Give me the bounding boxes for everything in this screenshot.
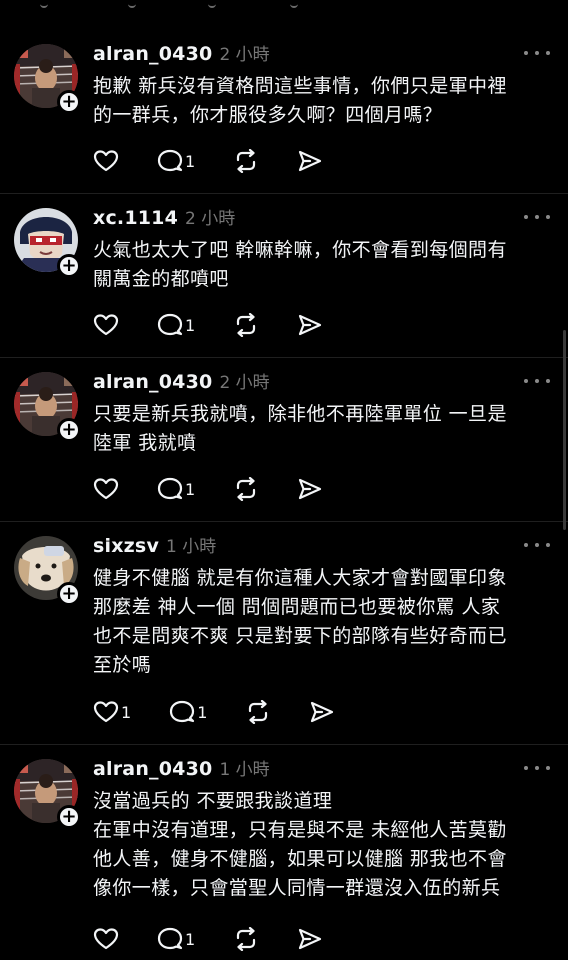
- avatar[interactable]: +: [14, 44, 81, 114]
- stub-mark: [128, 0, 136, 8]
- like-button[interactable]: [93, 927, 119, 951]
- divider: [0, 357, 568, 358]
- divider: [0, 521, 568, 522]
- reply-count: 1: [185, 151, 196, 171]
- post-text: 沒當過兵的 不要跟我談道理 在軍中沒有道理，只有是與不是 未經他人苦莫勸 他人善…: [93, 790, 507, 899]
- reply-button[interactable]: 1: [157, 313, 195, 337]
- send-icon: [311, 701, 334, 723]
- post-text: 健身不健腦 就是有你這種人大家才會對國軍印象 那麼差 神人一個 問個問題而已也要…: [93, 567, 507, 676]
- like-button[interactable]: 1: [93, 700, 131, 724]
- reply-count: 1: [185, 479, 196, 499]
- more-dots-icon[interactable]: [524, 376, 550, 386]
- timestamp: 2 小時: [219, 45, 270, 65]
- action-bar: 1: [93, 310, 361, 340]
- share-button[interactable]: [297, 477, 323, 501]
- repost-icon: [237, 927, 256, 951]
- repost-icon: [249, 700, 268, 724]
- username[interactable]: alran_0430: [93, 758, 212, 780]
- heart-icon: [93, 701, 119, 723]
- timestamp: 1 小時: [166, 537, 217, 557]
- username[interactable]: xc.1114: [93, 207, 178, 229]
- reply-button[interactable]: 1: [157, 149, 195, 173]
- speech-bubble-icon: [157, 313, 183, 336]
- username[interactable]: alran_0430: [93, 43, 212, 65]
- stub-mark: [40, 0, 48, 8]
- plus-icon[interactable]: +: [57, 805, 81, 829]
- timestamp: 2 小時: [219, 373, 270, 393]
- share-button[interactable]: [309, 700, 335, 724]
- like-button[interactable]: [93, 477, 119, 501]
- send-icon: [299, 150, 322, 172]
- like-button[interactable]: [93, 313, 119, 337]
- heart-icon: [93, 314, 119, 336]
- action-bar: 1: [93, 146, 361, 176]
- action-bar: 1: [93, 474, 361, 504]
- share-button[interactable]: [297, 149, 323, 173]
- more-dots-icon[interactable]: [524, 540, 550, 550]
- post-text: 只要是新兵我就噴，除非他不再陸軍單位 一旦是 陸軍 我就噴: [93, 403, 507, 454]
- plus-icon[interactable]: +: [57, 418, 81, 442]
- heart-icon: [93, 150, 119, 172]
- reply-button[interactable]: 1: [169, 700, 207, 724]
- scrollbar[interactable]: [563, 330, 566, 530]
- repost-button[interactable]: [233, 477, 259, 501]
- divider: [0, 744, 568, 745]
- stub-mark: [290, 0, 298, 8]
- reply-button[interactable]: 1: [157, 927, 195, 951]
- post-text: 火氣也太大了吧 幹嘛幹嘛，你不會看到每個問有 關萬金的都噴吧: [93, 239, 507, 290]
- repost-button[interactable]: [245, 700, 271, 724]
- repost-button[interactable]: [233, 927, 259, 951]
- avatar[interactable]: +: [14, 759, 81, 829]
- heart-icon: [93, 478, 119, 500]
- repost-icon: [237, 313, 256, 337]
- speech-bubble-icon: [157, 149, 183, 172]
- like-count: 1: [121, 702, 132, 722]
- send-icon: [299, 314, 322, 336]
- repost-icon: [237, 477, 256, 501]
- username[interactable]: sixzsv: [93, 535, 159, 557]
- more-dots-icon[interactable]: [524, 212, 550, 222]
- reply-count: 1: [185, 315, 196, 335]
- repost-icon: [237, 149, 256, 173]
- plus-icon[interactable]: +: [57, 582, 81, 606]
- speech-bubble-icon: [157, 927, 183, 950]
- repost-button[interactable]: [233, 313, 259, 337]
- timestamp: 1 小時: [219, 760, 270, 780]
- stub-mark: [208, 0, 216, 8]
- reply-count: 1: [185, 929, 196, 949]
- plus-icon[interactable]: +: [57, 254, 81, 278]
- more-dots-icon[interactable]: [524, 763, 550, 773]
- reply-button[interactable]: 1: [157, 477, 195, 501]
- avatar[interactable]: +: [14, 208, 81, 278]
- action-bar: 1: [93, 924, 361, 954]
- divider: [0, 193, 568, 194]
- share-button[interactable]: [297, 313, 323, 337]
- share-button[interactable]: [297, 927, 323, 951]
- username[interactable]: alran_0430: [93, 371, 212, 393]
- post-text: 抱歉 新兵沒有資格問這些事情，你們只是軍中裡 的一群兵，你才服役多久啊？四個月嗎…: [93, 75, 507, 126]
- reply-count: 1: [197, 702, 208, 722]
- speech-bubble-icon: [170, 700, 195, 723]
- plus-icon[interactable]: +: [57, 90, 81, 114]
- send-icon: [299, 478, 322, 500]
- avatar[interactable]: +: [14, 372, 81, 442]
- heart-icon: [93, 928, 119, 950]
- action-bar: 1 1: [93, 697, 373, 727]
- speech-bubble-icon: [157, 477, 183, 500]
- repost-button[interactable]: [233, 149, 259, 173]
- avatar[interactable]: +: [14, 536, 81, 606]
- like-button[interactable]: [93, 149, 119, 173]
- timestamp: 2 小時: [185, 209, 236, 229]
- send-icon: [299, 928, 322, 950]
- more-dots-icon[interactable]: [524, 48, 550, 58]
- previous-post-action-bar-stub: [0, 0, 568, 12]
